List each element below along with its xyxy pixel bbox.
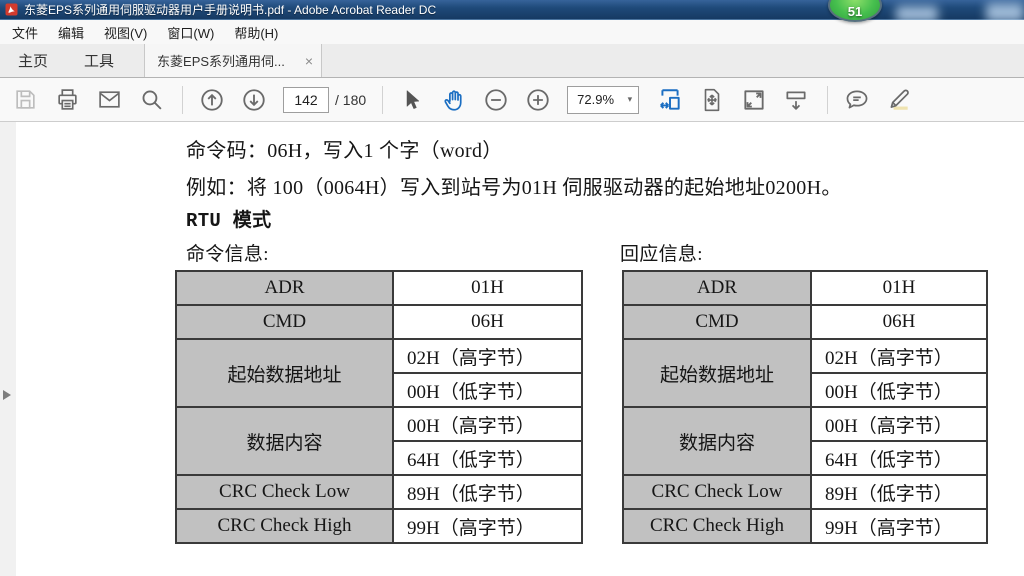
- row-label: CRC Check Low: [623, 475, 811, 509]
- close-tab-icon[interactable]: ×: [305, 54, 313, 68]
- chevron-down-icon: ▾: [628, 94, 633, 105]
- table-row: 起始数据地址 02H（高字节）: [176, 339, 582, 373]
- row-label: 起始数据地址: [176, 339, 393, 407]
- row-value: 06H: [393, 305, 582, 339]
- table-row: CRC Check High 99H（高字节）: [176, 509, 582, 543]
- navigation-pane-strip: [0, 122, 16, 576]
- row-value: 00H（低字节）: [393, 373, 582, 407]
- main-toolbar: / 180 72.9% ▾: [0, 78, 1024, 122]
- row-label: CMD: [623, 305, 811, 339]
- row-label: CRC Check Low: [176, 475, 393, 509]
- table-row: ADR 01H: [176, 271, 582, 305]
- response-message-table: ADR 01H CMD 06H 起始数据地址 02H（高字节） 00H（低字节）…: [622, 270, 988, 544]
- document-viewport: 命令码：06H，写入1 个字（word） 例如：将 100（0064H）写入到站…: [0, 122, 1024, 576]
- tab-home[interactable]: 主页: [0, 44, 66, 77]
- search-icon[interactable]: [138, 87, 164, 113]
- row-label: ADR: [623, 271, 811, 305]
- table-row: CMD 06H: [176, 305, 582, 339]
- toolbar-separator: [182, 86, 183, 114]
- comment-icon[interactable]: [844, 87, 870, 113]
- response-table-caption: 回应信息:: [620, 239, 703, 266]
- toolbar-separator: [827, 86, 828, 114]
- menu-file[interactable]: 文件: [2, 20, 48, 44]
- row-label: CRC Check High: [176, 509, 393, 543]
- table-row: CRC Check Low 89H（低字节）: [623, 475, 987, 509]
- navigation-pane-toggle-icon[interactable]: [3, 390, 11, 400]
- doc-text-line: 例如：将 100（0064H）写入到站号为01H 伺服驱动器的起始地址0200H…: [186, 171, 842, 200]
- email-icon[interactable]: [96, 87, 122, 113]
- fill-sign-pen-icon[interactable]: [886, 87, 912, 113]
- table-row: 数据内容 00H（高字节）: [176, 407, 582, 441]
- title-bar: 东菱EPS系列通用伺服驱动器用户手册说明书.pdf - Adobe Acroba…: [0, 0, 1024, 20]
- tab-document[interactable]: 东菱EPS系列通用伺... ×: [144, 44, 322, 77]
- tab-bar: 主页 工具 东菱EPS系列通用伺... ×: [0, 44, 1024, 78]
- table-row: 起始数据地址 02H（高字节）: [623, 339, 987, 373]
- toolbar-separator: [382, 86, 383, 114]
- table-row: 数据内容 00H（高字节）: [623, 407, 987, 441]
- tab-document-label: 东菱EPS系列通用伺...: [157, 51, 299, 70]
- hand-tool-icon[interactable]: [441, 87, 467, 113]
- row-value: 99H（高字节）: [393, 509, 582, 543]
- row-value: 00H（高字节）: [393, 407, 582, 441]
- page-down-icon[interactable]: [241, 87, 267, 113]
- row-value: 06H: [811, 305, 987, 339]
- row-value: 89H（低字节）: [393, 475, 582, 509]
- menu-bar: 文件 编辑 视图(V) 窗口(W) 帮助(H): [0, 20, 1024, 44]
- row-value: 89H（低字节）: [811, 475, 987, 509]
- overlay-counter-badge[interactable]: 51: [828, 0, 882, 22]
- table-row: CRC Check High 99H（高字节）: [623, 509, 987, 543]
- row-value: 64H（低字节）: [811, 441, 987, 475]
- row-value: 02H（高字节）: [393, 339, 582, 373]
- pdf-page: 命令码：06H，写入1 个字（word） 例如：将 100（0064H）写入到站…: [16, 122, 1024, 576]
- row-label: CMD: [176, 305, 393, 339]
- window-title: 东菱EPS系列通用伺服驱动器用户手册说明书.pdf - Adobe Acroba…: [24, 1, 436, 18]
- command-message-table: ADR 01H CMD 06H 起始数据地址 02H（高字节） 00H（低字节）…: [175, 270, 583, 544]
- overlay-counter-value: 51: [848, 3, 862, 20]
- pdf-file-icon: [5, 3, 18, 16]
- doc-text-line: 命令码：06H，写入1 个字（word）: [186, 134, 503, 163]
- fit-page-icon[interactable]: [699, 87, 725, 113]
- row-value: 02H（高字节）: [811, 339, 987, 373]
- row-label: CRC Check High: [623, 509, 811, 543]
- tab-tools[interactable]: 工具: [66, 44, 132, 77]
- menu-help[interactable]: 帮助(H): [224, 20, 288, 44]
- doc-heading-rtu-mode: RTU 模式: [186, 205, 271, 232]
- zoom-level-dropdown[interactable]: 72.9% ▾: [567, 86, 639, 114]
- save-icon[interactable]: [12, 87, 38, 113]
- print-icon[interactable]: [54, 87, 80, 113]
- read-mode-icon[interactable]: [783, 87, 809, 113]
- row-label: 数据内容: [623, 407, 811, 475]
- page-total-label: / 180: [335, 92, 366, 108]
- menu-window[interactable]: 窗口(W): [157, 20, 224, 44]
- row-value: 01H: [393, 271, 582, 305]
- row-value: 64H（低字节）: [393, 441, 582, 475]
- command-table-caption: 命令信息:: [186, 239, 269, 266]
- table-row: CRC Check Low 89H（低字节）: [176, 475, 582, 509]
- page-number-input[interactable]: [283, 87, 329, 113]
- row-label: 起始数据地址: [623, 339, 811, 407]
- select-cursor-icon[interactable]: [399, 87, 425, 113]
- row-label: ADR: [176, 271, 393, 305]
- acrobat-reader-window: 东菱EPS系列通用伺服驱动器用户手册说明书.pdf - Adobe Acroba…: [0, 0, 1024, 576]
- row-value: 01H: [811, 271, 987, 305]
- scroll-pages-icon[interactable]: [657, 87, 683, 113]
- row-value: 00H（低字节）: [811, 373, 987, 407]
- zoom-out-icon[interactable]: [483, 87, 509, 113]
- zoom-in-icon[interactable]: [525, 87, 551, 113]
- table-row: ADR 01H: [623, 271, 987, 305]
- zoom-level-value: 72.9%: [577, 92, 627, 107]
- fullscreen-icon[interactable]: [741, 87, 767, 113]
- menu-edit[interactable]: 编辑: [48, 20, 94, 44]
- row-label: 数据内容: [176, 407, 393, 475]
- row-value: 99H（高字节）: [811, 509, 987, 543]
- table-row: CMD 06H: [623, 305, 987, 339]
- page-up-icon[interactable]: [199, 87, 225, 113]
- row-value: 00H（高字节）: [811, 407, 987, 441]
- menu-view[interactable]: 视图(V): [94, 20, 157, 44]
